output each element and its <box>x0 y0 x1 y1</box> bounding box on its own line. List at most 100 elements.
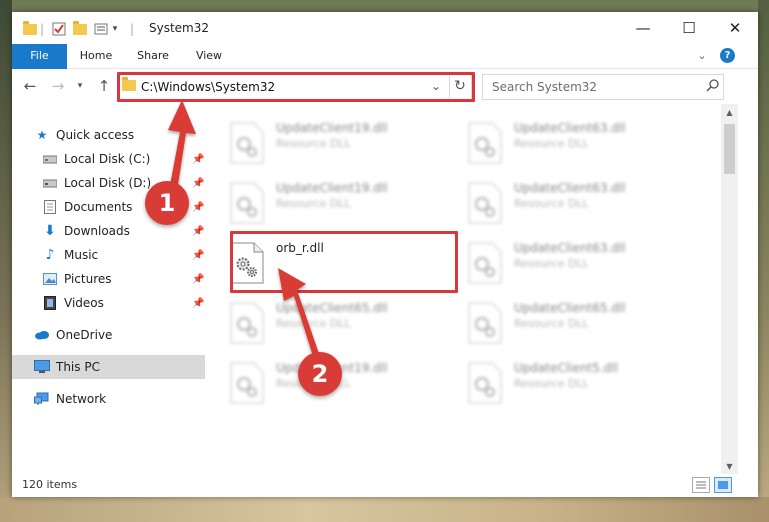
dll-file-icon <box>230 122 264 164</box>
file-item[interactable]: UpdateClient63.dll Resource DLL <box>468 178 688 230</box>
pin-icon[interactable]: 📌 <box>192 154 204 165</box>
nav-pictures[interactable]: Pictures 📌 <box>12 267 205 291</box>
nav-this-pc[interactable]: This PC <box>12 355 205 379</box>
file-highlight-box <box>230 231 458 293</box>
nav-label: This PC <box>56 360 100 374</box>
nav-label: Documents <box>64 200 133 214</box>
file-item[interactable]: UpdateClient19.dll Resource DLL <box>230 178 450 230</box>
dll-file-icon <box>468 182 502 224</box>
back-button[interactable]: ← <box>20 76 40 96</box>
documents-icon <box>42 199 58 215</box>
file-description: Resource DLL <box>514 257 589 270</box>
step-badge-1: 1 <box>145 181 189 225</box>
file-name: UpdateClient63.dll <box>514 181 626 195</box>
drive-icon <box>42 151 58 167</box>
ribbon-tabs: File Home Share View ⌄ ? <box>12 44 758 96</box>
maximize-button[interactable]: ☐ <box>666 12 712 44</box>
star-icon: ★ <box>36 128 48 142</box>
search-input[interactable]: Search System32 <box>492 80 597 94</box>
file-item[interactable]: UpdateClient65.dll Resource DLL <box>468 298 688 350</box>
dll-file-icon <box>230 302 264 344</box>
up-arrow-icon: ↑ <box>97 77 111 95</box>
title-bar: | ▾ | System32 — ☐ ✕ <box>12 12 758 44</box>
nav-label: OneDrive <box>56 328 113 342</box>
dll-file-icon <box>468 302 502 344</box>
nav-label: Network <box>56 392 107 406</box>
recent-locations-button[interactable]: ▾ <box>74 76 86 96</box>
navigation-pane: ★ Quick access Local Disk (C:) 📌 Local D… <box>12 104 205 474</box>
file-name: UpdateClient65.dll <box>514 301 626 315</box>
forward-arrow-icon: → <box>51 77 65 95</box>
nav-onedrive[interactable]: OneDrive <box>12 323 205 347</box>
nav-label: Pictures <box>64 272 112 286</box>
file-description: Resource DLL <box>276 197 351 210</box>
videos-icon <box>42 295 58 311</box>
nav-music[interactable]: ♪ Music 📌 <box>12 243 205 267</box>
maximize-icon: ☐ <box>682 19 696 37</box>
minimize-icon: — <box>635 19 651 37</box>
pin-icon[interactable]: 📌 <box>192 226 204 237</box>
desktop-background-bottom <box>0 497 769 522</box>
pin-icon[interactable]: 📌 <box>192 250 204 261</box>
nav-videos[interactable]: Videos 📌 <box>12 291 205 315</box>
file-item[interactable]: UpdateClient65.dll Resource DLL <box>230 298 450 350</box>
vertical-scrollbar[interactable]: ▲ ▼ <box>721 104 738 474</box>
file-item[interactable]: UpdateClient63.dll Resource DLL <box>468 118 688 170</box>
scroll-down-icon[interactable]: ▼ <box>721 458 738 474</box>
file-description: Resource DLL <box>514 197 589 210</box>
pictures-icon <box>42 271 58 287</box>
file-name: UpdateClient19.dll <box>276 121 388 135</box>
dll-file-icon <box>468 242 502 284</box>
nav-network[interactable]: Network <box>12 387 205 411</box>
details-view-icon[interactable] <box>692 477 710 493</box>
nav-label: Quick access <box>56 128 135 142</box>
properties-icon[interactable] <box>51 21 67 37</box>
back-arrow-icon: ← <box>23 77 37 95</box>
file-item[interactable]: UpdateClient19.dll Resource DLL <box>230 118 450 170</box>
tab-home[interactable]: Home <box>74 44 118 68</box>
drive-icon <box>42 175 58 191</box>
nav-label: Downloads <box>64 224 130 238</box>
file-description: Resource DLL <box>514 137 589 150</box>
dll-file-icon <box>468 122 502 164</box>
minimize-button[interactable]: — <box>620 12 666 44</box>
file-item[interactable]: UpdateClient63.dll Resource DLL <box>468 238 688 290</box>
pin-icon[interactable]: 📌 <box>192 202 204 213</box>
address-highlight-box <box>117 72 475 102</box>
scroll-up-icon[interactable]: ▲ <box>721 104 738 120</box>
tab-share[interactable]: Share <box>130 44 176 68</box>
scroll-thumb[interactable] <box>724 124 735 174</box>
tab-view[interactable]: View <box>188 44 230 68</box>
quick-access-dropdown-icon[interactable]: ▾ <box>110 21 120 37</box>
large-icons-view-icon[interactable] <box>714 477 732 493</box>
dll-file-icon <box>230 182 264 224</box>
explorer-window: | ▾ | System32 — ☐ ✕ File Home Share Vie… <box>12 12 758 497</box>
pin-icon[interactable]: 📌 <box>192 178 204 189</box>
up-button[interactable]: ↑ <box>94 76 114 96</box>
file-name: UpdateClient63.dll <box>514 241 626 255</box>
file-name: UpdateClient19.dll <box>276 181 388 195</box>
close-button[interactable]: ✕ <box>712 12 758 44</box>
music-icon: ♪ <box>45 247 55 263</box>
separator: | <box>129 22 135 36</box>
dll-file-icon <box>468 362 502 404</box>
close-icon: ✕ <box>728 19 742 37</box>
file-item[interactable]: UpdateClient5.dll Resource DLL <box>468 358 688 410</box>
customize-icon[interactable] <box>93 21 109 37</box>
help-icon[interactable]: ? <box>720 48 735 63</box>
network-icon <box>34 391 50 407</box>
new-folder-icon[interactable] <box>72 20 88 37</box>
ribbon-expand-icon[interactable]: ⌄ <box>694 44 710 68</box>
forward-button[interactable]: → <box>48 76 68 96</box>
file-name: UpdateClient63.dll <box>514 121 626 135</box>
nav-label: Local Disk (C:) <box>64 152 151 166</box>
nav-label: Local Disk (D:) <box>64 176 152 190</box>
file-description: Resource DLL <box>276 137 351 150</box>
nav-local-disk-c[interactable]: Local Disk (C:) 📌 <box>12 147 205 171</box>
cloud-icon <box>34 327 50 343</box>
nav-quick-access[interactable]: ★ Quick access <box>12 123 205 147</box>
chevron-down-icon: ▾ <box>77 81 83 91</box>
pin-icon[interactable]: 📌 <box>192 298 204 309</box>
pin-icon[interactable]: 📌 <box>192 274 204 285</box>
nav-label: Videos <box>64 296 104 310</box>
